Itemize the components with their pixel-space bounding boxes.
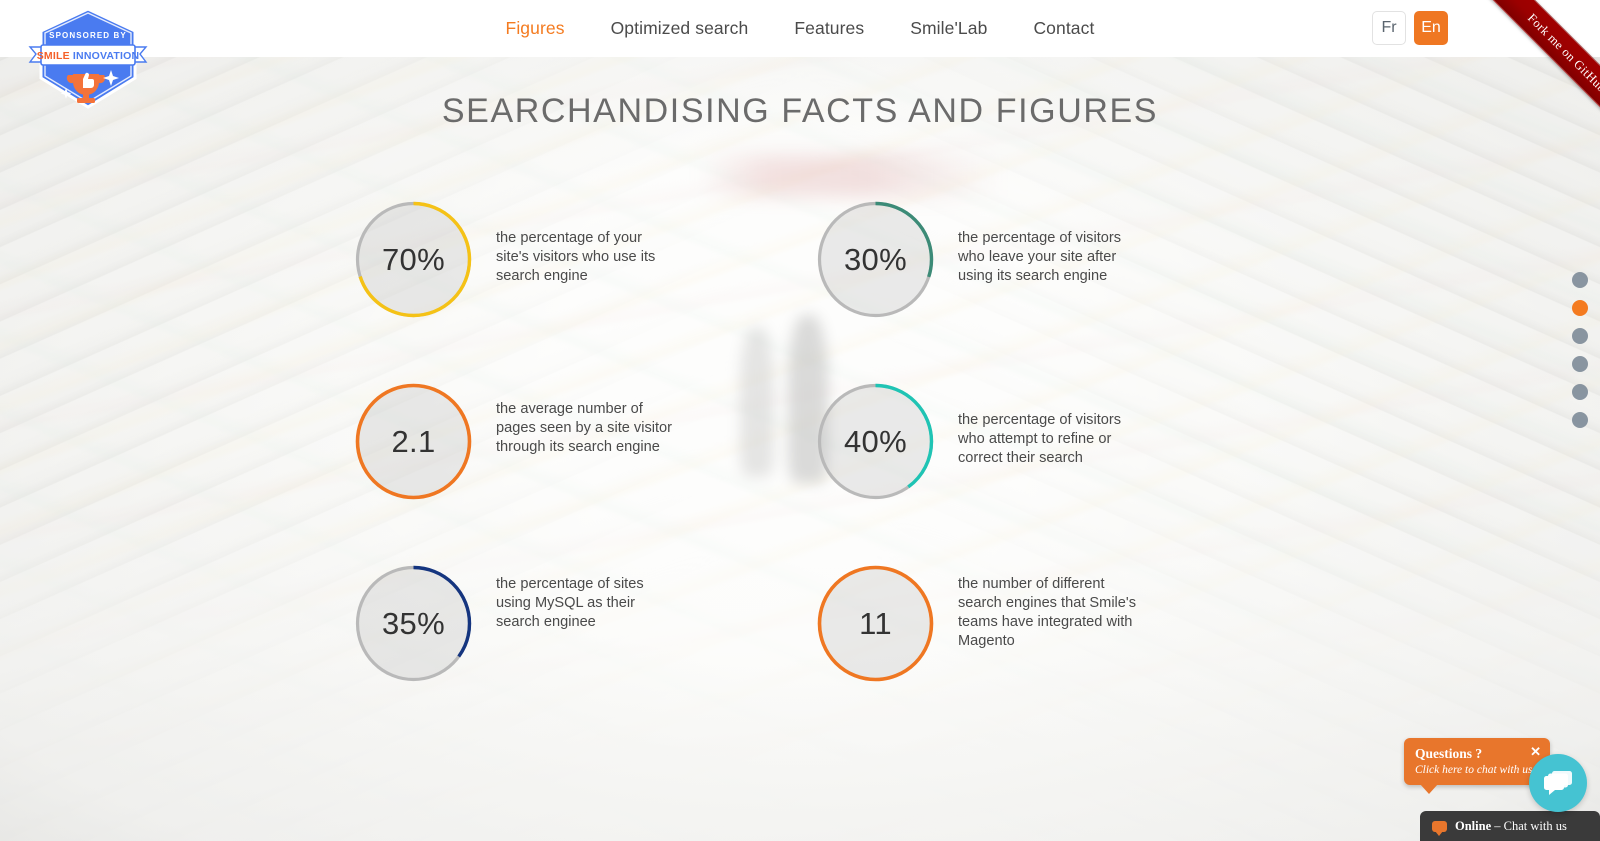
statistic-description: the percentage of sites using MySQL as t… — [496, 576, 644, 630]
svg-text:SMILE INNOVATION: SMILE INNOVATION — [37, 50, 140, 62]
badge-sponsored-text: SPONSORED BY — [49, 31, 127, 40]
donut-chart: 30% — [814, 198, 937, 321]
donut-chart: 2.1 — [352, 380, 475, 503]
nav-item-contact[interactable]: Contact — [1033, 18, 1094, 39]
statistic-item: 2.1 the average number of pages seen by a… — [338, 380, 800, 503]
pagination-dot-1[interactable] — [1572, 272, 1588, 288]
github-ribbon-label: Fork me on GitHub — [1525, 10, 1600, 95]
statistic-item: 30% the percentage of visitors who leave … — [800, 198, 1262, 321]
pagination-dot-3[interactable] — [1572, 328, 1588, 344]
statistic-description: the average number of pages seen by a si… — [496, 401, 673, 455]
badge-brand-smile: SMILE — [37, 50, 70, 62]
nav-item-smile-lab[interactable]: Smile'Lab — [910, 18, 987, 39]
main-navigation: Figures Optimized search Features Smile'Lab… — [0, 0, 1600, 57]
statistics-grid: 70% the percentage of your site's visitor… — [338, 198, 1262, 685]
language-button-fr[interactable]: Fr — [1372, 11, 1406, 45]
pagination-dot-4[interactable] — [1572, 356, 1588, 372]
chat-bubbles-icon — [1544, 771, 1572, 795]
donut-chart: 40% — [814, 380, 937, 503]
chat-launcher-button[interactable] — [1529, 754, 1587, 812]
sponsor-logo-badge[interactable]: SPONSORED BY SMILE INNOVATION — [27, 6, 149, 116]
pagination-dot-6[interactable] — [1572, 412, 1588, 428]
donut-chart: 11 — [814, 562, 937, 685]
chat-status-rest: – Chat with us — [1494, 818, 1567, 833]
statistics-row: 70% the percentage of your site's visitor… — [338, 198, 1262, 321]
statistics-row: 35% the percentage of sites using MySQL a… — [338, 562, 1262, 685]
statistic-description: the percentage of visitors who leave you… — [958, 230, 1122, 284]
nav-item-optimized-search[interactable]: Optimized search — [611, 18, 749, 39]
nav-item-figures[interactable]: Figures — [506, 18, 565, 39]
close-icon[interactable]: ✕ — [1530, 744, 1541, 760]
statistic-value: 30% — [844, 241, 907, 277]
page-title: SEARCHANDISING FACTS AND FIGURES — [441, 92, 1159, 130]
statistic-description: the number of different search engines t… — [958, 576, 1137, 649]
donut-chart: 70% — [352, 198, 475, 321]
statistic-item: 70% the percentage of your site's visitor… — [338, 198, 800, 321]
statistic-value: 2.1 — [391, 423, 436, 459]
statistic-item: 35% the percentage of sites using MySQL a… — [338, 562, 800, 685]
pagination-dot-2[interactable] — [1572, 300, 1588, 316]
chat-tooltip-title: Questions ? — [1415, 746, 1483, 761]
statistic-item: 40% the percentage of visitors who attemp… — [800, 380, 1262, 503]
chat-tooltip-subtitle: Click here to chat with us — [1415, 764, 1533, 776]
github-ribbon-band: Fork me on GitHub — [1478, 0, 1600, 142]
statistic-item: 11 the number of different search engines… — [800, 562, 1262, 685]
site-header: Figures Optimized search Features Smile'Lab… — [0, 0, 1600, 57]
language-switcher[interactable]: Fr En — [1372, 11, 1448, 45]
statistic-description: the percentage of visitors who attempt t… — [958, 412, 1122, 466]
chat-status-bar[interactable]: Online – Chat with us — [1420, 811, 1600, 841]
chat-status-online: Online — [1455, 818, 1492, 833]
chat-tooltip: Questions ? Click here to chat with us ✕ — [1404, 738, 1550, 794]
nav-item-features[interactable]: Features — [794, 18, 864, 39]
chat-status-text: Online – Chat with us — [1455, 819, 1567, 834]
chat-bubble-icon — [1432, 820, 1447, 836]
page-root: Figures Optimized search Features Smile'Lab… — [0, 0, 1600, 841]
statistic-value: 70% — [382, 241, 445, 277]
statistic-value: 11 — [859, 605, 892, 641]
donut-chart: 35% — [352, 562, 475, 685]
fork-me-on-github-ribbon[interactable]: Fork me on GitHub — [1450, 0, 1600, 150]
statistic-description: the percentage of your site's visitors w… — [496, 230, 656, 284]
language-button-en[interactable]: En — [1414, 11, 1448, 45]
statistics-row: 2.1 the average number of pages seen by a… — [338, 380, 1262, 503]
statistic-value: 40% — [844, 423, 907, 459]
statistic-value: 35% — [382, 605, 445, 641]
section-pagination-dots[interactable] — [1572, 272, 1588, 428]
pagination-dot-5[interactable] — [1572, 384, 1588, 400]
smile-innovation-badge-icon: SPONSORED BY SMILE INNOVATION — [28, 7, 148, 109]
